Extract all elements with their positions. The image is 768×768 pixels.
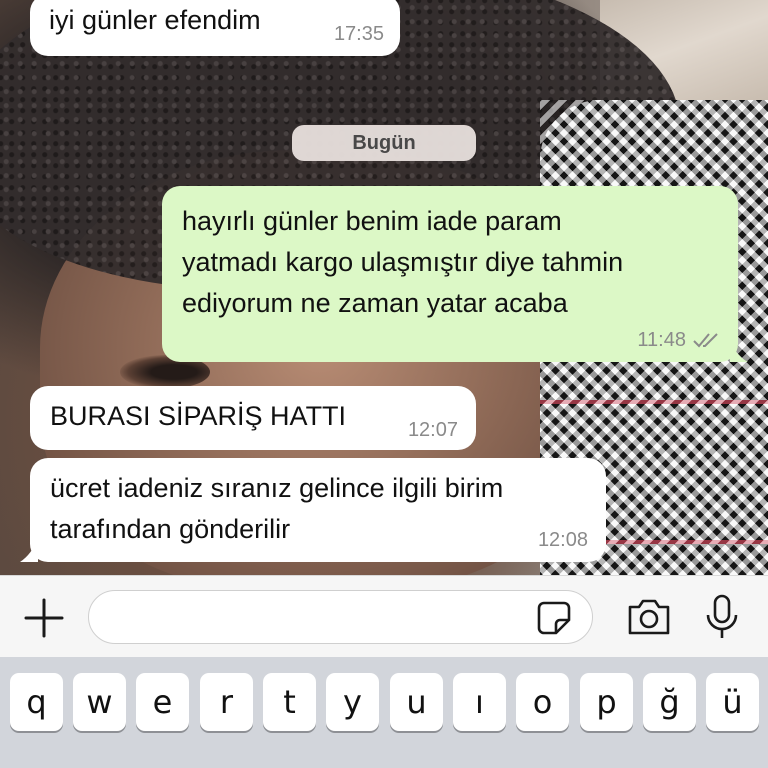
date-separator: Bugün [292,125,476,161]
key-u[interactable]: u [390,673,443,731]
key-e[interactable]: e [136,673,189,731]
message-input-bar [0,575,768,658]
message-bubble-incoming[interactable]: iyi günler efendim 17:35 [30,0,400,56]
message-time: 12:08 [537,529,588,551]
key-g-breve[interactable]: ğ [643,673,696,731]
message-bubble-outgoing[interactable]: hayırlı günler benim iade param yatmadı … [162,186,738,362]
bubble-tail [730,340,748,362]
key-u-umlaut[interactable]: ü [706,673,759,731]
message-bubble-incoming[interactable]: BURASI SİPARİŞ HATTI 12:07 [30,386,476,450]
message-time: 11:48 [637,329,686,351]
sticker-icon [537,601,571,635]
plus-icon [24,598,64,638]
key-p[interactable]: p [580,673,633,731]
message-meta: 11:48 [637,328,720,352]
message-text: ücret iadeniz sıranız gelince ilgili bir… [50,473,504,544]
microphone-icon [706,594,738,638]
key-y[interactable]: y [326,673,379,731]
message-bubble-incoming[interactable]: ücret iadeniz sıranız gelince ilgili bir… [30,458,606,562]
message-time: 12:07 [407,419,458,441]
key-q[interactable]: q [10,673,63,731]
message-input[interactable] [88,590,593,644]
key-r[interactable]: r [200,673,253,731]
microphone-button[interactable] [702,593,742,641]
camera-icon [628,599,670,635]
key-dotless-i[interactable]: ı [453,673,506,731]
key-t[interactable]: t [263,673,316,731]
bubble-tail [20,538,38,562]
key-w[interactable]: w [73,673,126,731]
key-o[interactable]: o [516,673,569,731]
message-text: hayırlı günler benim iade param yatmadı … [182,206,624,318]
read-ticks-icon [692,332,720,348]
message-time: 17:35 [333,23,384,45]
attach-plus-button[interactable] [22,596,66,640]
camera-button[interactable] [626,596,672,638]
onscreen-keyboard: q w e r t y u ı o p ğ ü [0,657,768,768]
sticker-button[interactable] [536,600,572,636]
